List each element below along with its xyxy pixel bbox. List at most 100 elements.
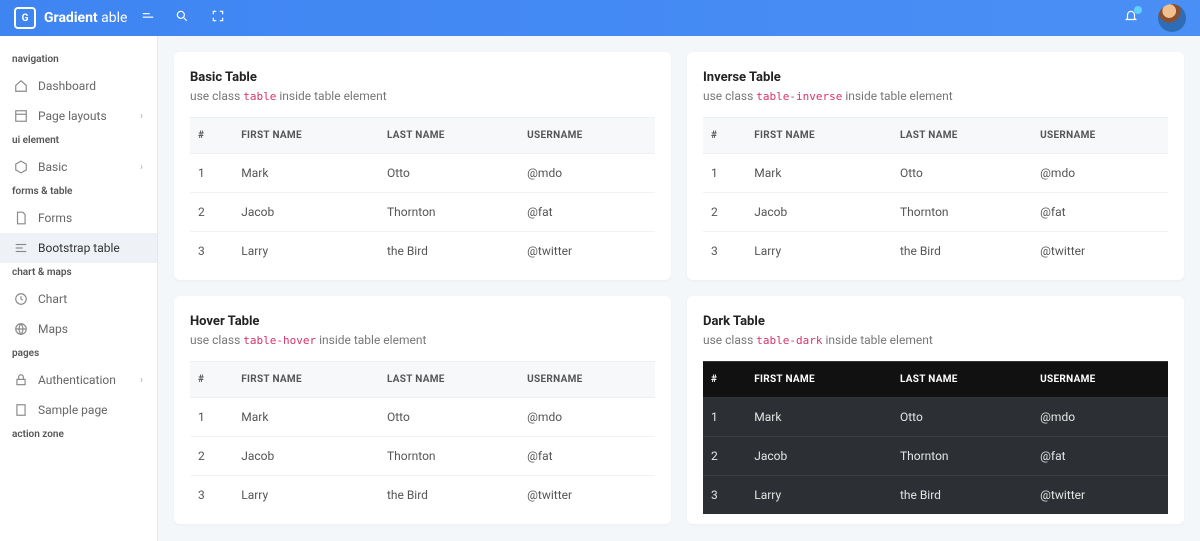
- table-cell: @mdo: [519, 398, 655, 437]
- data-table: #FIRST NAMELAST NAMEUSERNAME1MarkOtto@md…: [190, 361, 655, 514]
- table-header-cell: #: [190, 362, 233, 398]
- table-cell: @twitter: [519, 476, 655, 515]
- user-avatar[interactable]: [1158, 4, 1186, 32]
- table-cell: 3: [190, 232, 233, 271]
- notification-dot: [1134, 6, 1142, 14]
- table-row: 2JacobThornton@fat: [190, 193, 655, 232]
- sidebar-item-bootstrap-table[interactable]: Bootstrap table: [0, 233, 157, 263]
- card-title: Inverse Table: [703, 70, 1168, 85]
- sidebar-item-basic[interactable]: Basic›: [0, 152, 157, 182]
- card-subtitle: use class table-dark inside table elemen…: [703, 333, 1168, 347]
- data-table: #FIRST NAMELAST NAMEUSERNAME1MarkOtto@md…: [703, 361, 1168, 514]
- table-cell: Jacob: [233, 193, 379, 232]
- sidebar-item-label: Authentication: [38, 373, 116, 387]
- table-header-cell: #: [703, 118, 746, 154]
- globe-icon: [14, 322, 28, 336]
- table-cell: Larry: [233, 476, 379, 515]
- nav-section-title: pages: [0, 344, 157, 365]
- table-row: 1MarkOtto@mdo: [703, 154, 1168, 193]
- table-cell: 1: [703, 398, 746, 437]
- sidebar-item-label: Basic: [38, 160, 67, 174]
- table-cell: the Bird: [892, 476, 1032, 515]
- sidebar-item-page-layouts[interactable]: Page layouts ›: [0, 101, 157, 131]
- sidebar-item-label: Dashboard: [38, 79, 96, 93]
- menu-toggle-icon[interactable]: [141, 9, 155, 27]
- clock-icon: [14, 292, 28, 306]
- table-cell: Thornton: [379, 437, 519, 476]
- table-cell: 3: [190, 476, 233, 515]
- top-header: G Gradient able: [0, 0, 1200, 36]
- data-table: #FIRST NAMELAST NAMEUSERNAME1MarkOtto@md…: [190, 117, 655, 270]
- table-card: Hover Tableuse class table-hover inside …: [174, 296, 671, 524]
- table-cell: Thornton: [892, 437, 1032, 476]
- layout-icon: [14, 109, 28, 123]
- logo-icon: G: [14, 7, 36, 29]
- sidebar-item-chart[interactable]: Chart: [0, 284, 157, 314]
- sidebar-item-sample-page[interactable]: Sample page: [0, 395, 157, 425]
- table-cell: Mark: [746, 398, 892, 437]
- main-content: Basic Table use class table inside table …: [158, 36, 1200, 541]
- table-cell: Otto: [892, 398, 1032, 437]
- table-cell: 2: [190, 193, 233, 232]
- table-header-cell: LAST NAME: [892, 362, 1032, 398]
- page-icon: [14, 403, 28, 417]
- card-title: Hover Table: [190, 314, 655, 329]
- table-cell: Larry: [746, 232, 892, 271]
- card-subtitle: use class table-inverse inside table ele…: [703, 89, 1168, 103]
- fullscreen-icon[interactable]: [211, 9, 225, 27]
- table-cell: @twitter: [519, 232, 655, 271]
- table-row: 1MarkOtto@mdo: [190, 154, 655, 193]
- table-header-cell: USERNAME: [1032, 362, 1168, 398]
- lock-icon: [14, 373, 28, 387]
- table-header-cell: #: [190, 118, 233, 154]
- sidebar-item-label: Page layouts: [38, 109, 107, 123]
- table-cell: @fat: [519, 193, 655, 232]
- table-row: 3Larrythe Bird@twitter: [190, 476, 655, 515]
- table-cell: @fat: [1032, 193, 1168, 232]
- table-row: 3Larrythe Bird@twitter: [703, 476, 1168, 515]
- notifications-icon[interactable]: [1124, 9, 1138, 27]
- nav-section-title: action zone: [0, 425, 157, 446]
- table-header-cell: LAST NAME: [892, 118, 1032, 154]
- table-card: Basic Table use class table inside table …: [174, 52, 671, 280]
- table-cell: Larry: [233, 232, 379, 271]
- sidebar-item-label: Forms: [38, 211, 72, 225]
- card-title: Basic Table: [190, 70, 655, 85]
- table-cell: the Bird: [379, 476, 519, 515]
- table-cell: 1: [190, 154, 233, 193]
- table-header-cell: FIRST NAME: [233, 118, 379, 154]
- table-cell: @twitter: [1032, 232, 1168, 271]
- brand-text: Gradient able: [44, 10, 127, 26]
- data-table: #FIRST NAMELAST NAMEUSERNAME1MarkOtto@md…: [703, 117, 1168, 270]
- align-icon: [14, 241, 28, 255]
- table-cell: Thornton: [379, 193, 519, 232]
- sidebar-item-maps[interactable]: Maps: [0, 314, 157, 344]
- sidebar-item-authentication[interactable]: Authentication›: [0, 365, 157, 395]
- table-cell: Jacob: [233, 437, 379, 476]
- card-subtitle: use class table inside table element: [190, 89, 655, 103]
- table-row: 2JacobThornton@fat: [190, 437, 655, 476]
- table-cell: @fat: [519, 437, 655, 476]
- nav-section-title: navigation: [0, 50, 157, 71]
- table-row: 3Larrythe Bird@twitter: [190, 232, 655, 271]
- table-cell: 3: [703, 232, 746, 271]
- table-header-cell: FIRST NAME: [746, 118, 892, 154]
- table-cell: Otto: [379, 398, 519, 437]
- table-card: Inverse Table use class table-inverse ins…: [687, 52, 1184, 280]
- chevron-right-icon: ›: [140, 111, 143, 122]
- table-cell: Mark: [233, 398, 379, 437]
- header-right: [1124, 4, 1186, 32]
- brand-logo[interactable]: G Gradient able: [14, 7, 127, 29]
- table-row: 1MarkOtto@mdo: [190, 398, 655, 437]
- table-cell: Jacob: [746, 193, 892, 232]
- table-cell: @mdo: [519, 154, 655, 193]
- table-header-cell: FIRST NAME: [233, 362, 379, 398]
- table-cell: Jacob: [746, 437, 892, 476]
- search-icon[interactable]: [175, 9, 189, 27]
- table-cell: Larry: [746, 476, 892, 515]
- table-header-cell: #: [703, 362, 746, 398]
- sidebar-item-forms[interactable]: Forms: [0, 203, 157, 233]
- sidebar: navigationDashboardPage layouts›ui eleme…: [0, 36, 158, 541]
- sidebar-item-dashboard[interactable]: Dashboard: [0, 71, 157, 101]
- table-row: 2JacobThornton@fat: [703, 193, 1168, 232]
